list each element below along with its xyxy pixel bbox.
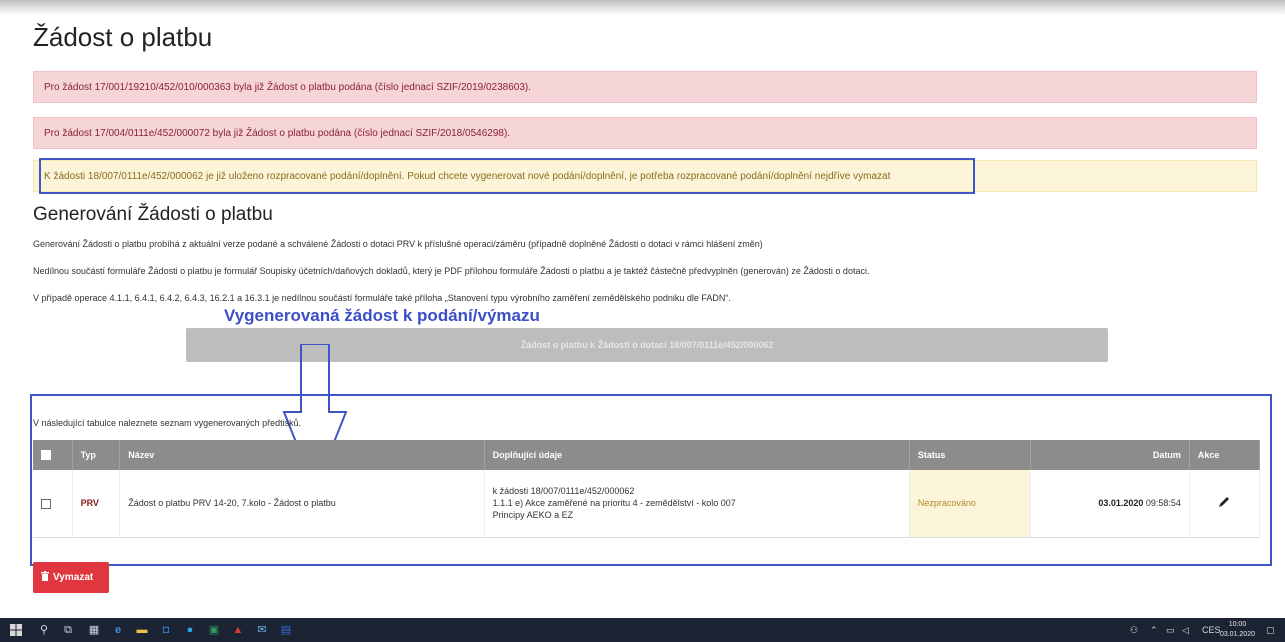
header-details[interactable]: Doplňující údaje (484, 440, 910, 470)
row-details: k žádosti 18/007/0111e/452/000062 1.1.1 … (484, 470, 910, 538)
alert-already-submitted-2: Pro žádost 17/004/0111e/452/000072 byla … (33, 117, 1257, 149)
select-all-cell (33, 440, 73, 470)
drafts-table: Typ Název Doplňující údaje Status Datum … (33, 440, 1261, 538)
trash-icon (41, 571, 49, 581)
language-indicator[interactable]: CES (1202, 618, 1221, 642)
generation-paragraph-3: V případě operace 4.1.1, 6.4.1, 6.4.2, 6… (33, 293, 731, 303)
table-header-row: Typ Název Doplňující údaje Status Datum … (33, 440, 1261, 470)
row-type: PRV (72, 470, 121, 538)
annotation-box-warning (39, 158, 975, 194)
row-name: Žádost o platbu PRV 14-20, 7.kolo - Žádo… (119, 470, 485, 538)
generation-paragraph-2: Nedílnou součástí formuláře Žádosti o pl… (33, 266, 870, 276)
annotation-label: Vygenerovaná žádost k podání/výmazu (224, 306, 540, 325)
mail-icon[interactable]: ✉ (254, 622, 270, 638)
header-name[interactable]: Název (119, 440, 485, 470)
skype-icon[interactable]: ● (182, 622, 198, 638)
generation-paragraph-1: Generování Žádosti o platbu probíhá z ak… (33, 239, 763, 249)
row-action-cell (1189, 470, 1261, 538)
header-type[interactable]: Typ (72, 440, 121, 470)
row-checkbox[interactable] (41, 498, 51, 509)
tray-chevron-icon[interactable]: ⌃ (1150, 618, 1158, 642)
row-date-value: 03.01.2020 (1098, 498, 1144, 509)
window-top-shadow (0, 0, 1285, 16)
row-time-value: 09:58:54 (1145, 498, 1181, 509)
notifications-icon[interactable]: ▢ (1266, 618, 1275, 642)
header-action: Akce (1189, 440, 1261, 470)
generation-heading: Generování Žádosti o platbu (33, 204, 273, 225)
windows-start-icon[interactable] (8, 622, 24, 638)
network-icon[interactable]: ▭ (1166, 618, 1175, 642)
header-date[interactable]: Datum (1030, 440, 1190, 470)
calculator-icon[interactable]: ▦ (86, 622, 102, 638)
alert-already-submitted-1: Pro žádost 17/001/19210/452/010/000363 b… (33, 71, 1257, 103)
delete-button[interactable]: Vymazat (33, 562, 109, 593)
acrobat-icon[interactable]: ▲ (230, 622, 246, 638)
row-select-cell (33, 470, 73, 538)
row-date: 03.01.2020 09:58:54 (1030, 470, 1190, 538)
people-icon[interactable]: ⚇ (1130, 618, 1138, 642)
row-detail-line: k žádosti 18/007/0111e/452/000062 (492, 486, 635, 497)
pencil-icon[interactable] (1217, 495, 1231, 509)
select-all-checkbox[interactable] (41, 450, 51, 461)
excel-icon[interactable]: ▣ (206, 622, 222, 638)
clock-time: 10:00 (1228, 621, 1247, 628)
row-detail-line: 1.1.1 e) Akce zaměřené na prioritu 4 - z… (492, 498, 736, 509)
outlook-icon[interactable]: ◘ (158, 622, 174, 638)
task-view-icon[interactable]: ⧉ (60, 622, 76, 638)
table-row: PRV Žádost o platbu PRV 14-20, 7.kolo - … (33, 470, 1261, 538)
file-explorer-icon[interactable]: ▬ (134, 622, 150, 638)
row-status: Nezpracováno (909, 470, 1031, 538)
table-intro: V následující tabulce naleznete seznam v… (33, 418, 302, 428)
word-icon[interactable]: ▤ (278, 622, 294, 638)
taskbar: ⚲ ⧉ ▦ e ▬ ◘ ● ▣ ▲ ✉ ▤ ⚇ ⌃ ▭ ◁ CES 10:00 … (0, 618, 1285, 642)
clock-date: 03.01.2020 (1219, 631, 1255, 638)
header-status[interactable]: Status (909, 440, 1031, 470)
row-detail-line: Principy AEKO a EZ (492, 510, 574, 521)
delete-button-label: Vymazat (53, 572, 94, 583)
page-title: Žádost o platbu (33, 22, 213, 52)
edge-icon[interactable]: e (110, 622, 126, 638)
search-icon[interactable]: ⚲ (36, 622, 52, 638)
volume-icon[interactable]: ◁ (1182, 618, 1189, 642)
taskbar-clock[interactable]: 10:00 03.01.2020 (1220, 620, 1255, 640)
